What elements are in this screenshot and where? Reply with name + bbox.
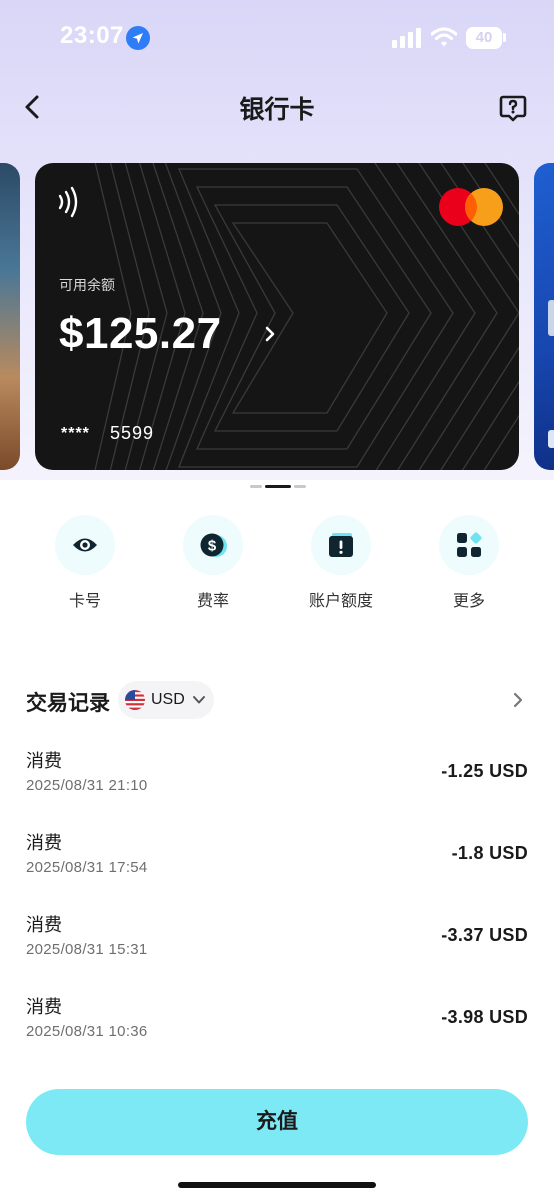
- action-icon-background: [55, 515, 115, 575]
- signal-icon: [392, 28, 421, 48]
- action-fee-rate[interactable]: $ 费率: [168, 515, 258, 615]
- action-account-limit[interactable]: 账户额度: [296, 515, 386, 615]
- card-peek-detail: [548, 430, 554, 448]
- alert-card-icon: [329, 533, 353, 557]
- action-label: 费率: [196, 593, 229, 610]
- balance-label: 可用余额: [59, 277, 115, 293]
- battery-indicator: 40: [466, 27, 502, 49]
- action-label: 账户额度: [308, 593, 373, 610]
- battery-nub: [503, 33, 506, 42]
- chevron-right-icon[interactable]: [510, 690, 526, 710]
- location-arrow-icon: [126, 26, 150, 50]
- action-icon-background: [439, 515, 499, 575]
- page-title: 银行卡: [239, 96, 315, 124]
- eye-icon: [73, 538, 97, 552]
- currency-selector[interactable]: USD: [118, 681, 214, 719]
- transaction-row[interactable]: 消费 2025/08/31 17:54 -1.8 USD: [0, 829, 554, 899]
- currency-code: USD: [151, 691, 185, 708]
- svg-text:$: $: [208, 538, 217, 555]
- action-card-number[interactable]: 卡号: [40, 515, 130, 615]
- card-number-mask: ****: [61, 425, 90, 442]
- transaction-amount: -3.98 USD: [441, 1007, 528, 1027]
- dollar-coin-icon: $: [200, 533, 227, 557]
- action-label: 更多: [452, 593, 485, 610]
- carousel-dot[interactable]: [250, 485, 262, 488]
- card-peek-detail: [548, 300, 554, 336]
- contactless-icon: [58, 186, 78, 218]
- action-icon-background: [311, 515, 371, 575]
- transaction-type: 消费: [26, 915, 62, 935]
- wifi-icon: [431, 27, 457, 47]
- transaction-time: 2025/08/31 10:36: [26, 1023, 148, 1040]
- us-flag-icon: [125, 690, 145, 710]
- transaction-amount: -1.25 USD: [441, 761, 528, 781]
- transaction-time: 2025/08/31 15:31: [26, 941, 148, 958]
- status-bar: 23:07 40: [0, 0, 554, 76]
- transaction-row[interactable]: 消费 2025/08/31 10:36 -3.98 USD: [0, 993, 554, 1063]
- carousel-dot[interactable]: [294, 485, 306, 488]
- transaction-time: 2025/08/31 21:10: [26, 777, 148, 794]
- balance-amount[interactable]: $125.27: [59, 309, 222, 359]
- transaction-amount: -3.37 USD: [441, 925, 528, 945]
- card-last-four: 5599: [110, 423, 155, 443]
- transactions-title: 交易记录: [26, 692, 110, 715]
- transaction-type: 消费: [26, 833, 62, 853]
- carousel-dot-active[interactable]: [265, 485, 291, 488]
- action-icon-background: $: [183, 515, 243, 575]
- chevron-down-icon: [193, 696, 205, 704]
- mastercard-logo: [439, 188, 503, 226]
- action-label: 卡号: [68, 593, 101, 610]
- action-more[interactable]: 更多: [424, 515, 514, 615]
- transaction-amount: -1.8 USD: [451, 843, 528, 863]
- top-up-button[interactable]: 充值: [26, 1089, 528, 1155]
- transaction-type: 消费: [26, 997, 62, 1017]
- home-indicator: [178, 1182, 376, 1188]
- grid-icon: [457, 532, 482, 557]
- transaction-time: 2025/08/31 17:54: [26, 859, 148, 876]
- status-time: 23:07: [60, 22, 124, 49]
- transaction-row[interactable]: 消费 2025/08/31 21:10 -1.25 USD: [0, 747, 554, 817]
- card-peek-previous[interactable]: [0, 163, 20, 470]
- transaction-row[interactable]: 消费 2025/08/31 15:31 -3.37 USD: [0, 911, 554, 981]
- chevron-right-icon[interactable]: [261, 323, 279, 345]
- help-icon[interactable]: [498, 93, 528, 123]
- bank-card[interactable]: 可用余额 $125.27 **** 5599: [35, 163, 519, 470]
- transaction-type: 消费: [26, 751, 62, 771]
